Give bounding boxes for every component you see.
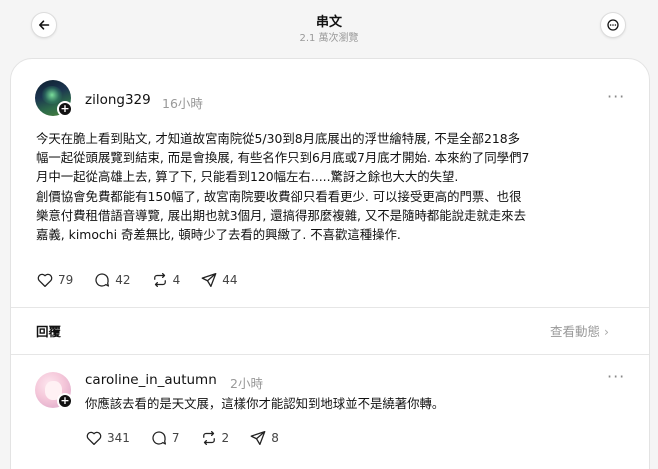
post-line: 月中一起從高雄上去, 算了下, 只能看到120幅左右.....驚訝之餘也大大的失… [36, 169, 459, 185]
post-line: 嘉義, kimochi 奇差無比, 頓時少了去看的興緻了. 不喜歡這種操作. [36, 227, 401, 243]
like-count: 79 [58, 273, 74, 287]
share-button[interactable]: 44 [200, 271, 237, 289]
comment-button[interactable]: 42 [93, 271, 131, 289]
comment-count: 7 [171, 431, 180, 445]
chevron-right-icon: › [604, 324, 610, 339]
heart-icon [86, 431, 102, 446]
post-body: 今天在脆上看到貼文, 才知道故宮南院從5/30到8月底展出的浮世繪特展, 不是全… [36, 129, 636, 244]
reply-more-icon[interactable]: ··· [607, 367, 625, 386]
divider [11, 354, 649, 355]
repost-icon [153, 272, 166, 288]
repost-icon [202, 430, 215, 446]
post-more-icon[interactable]: ··· [607, 87, 625, 106]
reply-actions: 341 7 2 8 [85, 429, 299, 447]
post-line: 樂意付費租借語音導覽, 展出期也就3個月, 還搞得那麼複雜, 又不是隨時都能說走… [36, 207, 526, 223]
post-line: 幅一起從頭展覽到結束, 而是會換展, 有些名作只到6月底或7月底才開始. 本來約… [36, 150, 530, 166]
more-button[interactable] [600, 12, 626, 38]
view-activity-link[interactable]: 查看動態 › [550, 321, 609, 340]
follow-plus-icon[interactable]: + [57, 101, 73, 117]
divider [11, 307, 649, 308]
reply-time: 2小時 [230, 376, 263, 391]
page-title: 串文 [315, 15, 342, 30]
repost-button[interactable]: 2 [200, 429, 230, 447]
post-actions: 79 42 4 44 [36, 271, 257, 289]
follow-plus-icon[interactable]: + [57, 393, 73, 409]
share-count: 8 [271, 431, 279, 445]
comment-icon [152, 431, 166, 445]
heart-icon [37, 273, 53, 288]
post-line: 今天在脆上看到貼文, 才知道故宮南院從5/30到8月底展出的浮世繪特展, 不是全… [36, 131, 521, 146]
reply-username[interactable]: caroline_in_autumn [85, 372, 217, 388]
reply-body: 你應該去看的是天文展，這樣你才能認知到地球並不是繞著你轉。 [85, 396, 445, 411]
more-icon [607, 19, 619, 31]
view-activity-label: 查看動態 [550, 324, 601, 339]
post-line: 創價協會免費都能有150幅了, 故宮南院要收費卻只看看更少. 可以接受更高的門票… [36, 188, 522, 204]
header: 串文 2.1 萬次瀏覽 [0, 0, 658, 52]
repost-button[interactable]: 4 [151, 271, 181, 289]
thread-card: + zilong329 16小時 ··· 今天在脆上看到貼文, 才知道故宮南院從… [10, 58, 650, 469]
repost-count: 2 [221, 431, 230, 445]
comment-count: 42 [115, 273, 131, 287]
like-button[interactable]: 341 [85, 429, 130, 447]
post-username[interactable]: zilong329 [85, 92, 151, 108]
like-button[interactable]: 79 [36, 271, 73, 289]
share-icon [250, 430, 266, 446]
share-button[interactable]: 8 [249, 429, 279, 447]
share-icon [201, 272, 217, 288]
comment-icon [95, 273, 110, 287]
view-count: 2.1 萬次瀏覽 [299, 33, 359, 44]
like-count: 341 [107, 431, 130, 445]
post-time: 16小時 [162, 96, 203, 111]
repost-count: 4 [172, 273, 181, 287]
comment-button[interactable]: 7 [150, 429, 180, 447]
replies-heading: 回覆 [36, 324, 62, 339]
share-count: 44 [222, 273, 238, 287]
